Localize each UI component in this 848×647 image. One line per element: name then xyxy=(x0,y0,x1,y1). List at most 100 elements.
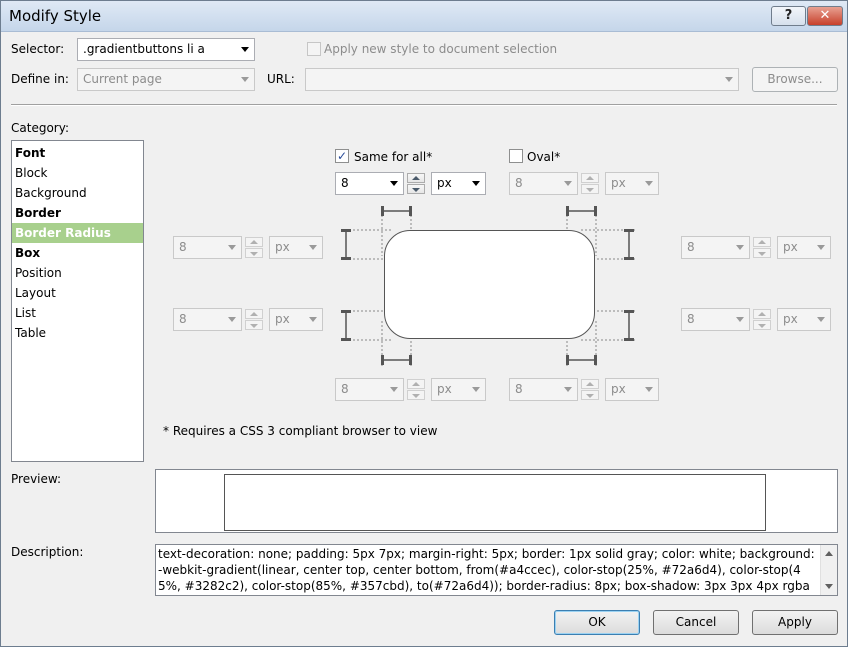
radius-top-left-v-combo[interactable]: 8 xyxy=(173,236,242,259)
ok-button[interactable]: OK xyxy=(554,610,640,635)
radius-bottom-left-h-combo[interactable]: 8 xyxy=(335,378,404,401)
radius-top-left-v-unit[interactable]: px xyxy=(269,236,323,259)
css3-note: * Requires a CSS 3 compliant browser to … xyxy=(163,424,438,438)
spin-up-icon[interactable] xyxy=(581,173,599,183)
chevron-down-icon xyxy=(817,317,825,322)
chevron-down-icon xyxy=(645,181,653,186)
radius-bottom-left-v-unit[interactable]: px xyxy=(269,308,323,331)
radius-unit: px xyxy=(611,382,626,396)
separator xyxy=(11,104,837,106)
category-item-font[interactable]: Font xyxy=(12,143,143,163)
description-text: text-decoration: none; padding: 5px 7px;… xyxy=(158,547,815,593)
selector-label: Selector: xyxy=(11,42,65,56)
radius-top-right-v-unit[interactable]: px xyxy=(777,236,831,259)
radius-unit: px xyxy=(783,312,798,326)
category-label: Category: xyxy=(11,121,69,135)
radius-bottom-right-v-combo[interactable]: 8 xyxy=(681,308,750,331)
radius-unit: px xyxy=(437,382,452,396)
spin-down-icon[interactable] xyxy=(753,320,771,330)
radius-top-left-v-spinner[interactable] xyxy=(245,237,263,258)
category-item-border[interactable]: Border xyxy=(12,203,143,223)
spin-up-icon[interactable] xyxy=(753,237,771,247)
spin-down-icon[interactable] xyxy=(407,390,425,400)
define-in-combo[interactable]: Current page xyxy=(77,68,255,91)
chevron-down-icon xyxy=(564,387,572,392)
url-combo[interactable] xyxy=(305,68,739,91)
preview-sample xyxy=(224,474,766,531)
radius-value: 8 xyxy=(515,176,523,190)
spin-up-icon[interactable] xyxy=(407,173,425,183)
border-radius-preview-shape xyxy=(384,230,595,339)
url-label: URL: xyxy=(267,72,295,86)
browse-button[interactable]: Browse... xyxy=(752,67,838,92)
spin-up-icon[interactable] xyxy=(581,379,599,389)
radius-bottom-right-v-spinner[interactable] xyxy=(753,309,771,330)
scroll-down-icon[interactable] xyxy=(825,584,833,589)
description-box[interactable]: text-decoration: none; padding: 5px 7px;… xyxy=(155,544,838,596)
radius-top-right-h-unit[interactable]: px xyxy=(605,172,659,195)
radius-unit: px xyxy=(611,176,626,190)
selector-combo[interactable]: .gradientbuttons li a xyxy=(77,38,255,61)
spin-down-icon[interactable] xyxy=(753,248,771,258)
radius-all-unit: px xyxy=(437,176,452,190)
radius-bottom-right-h-spinner[interactable] xyxy=(581,379,599,400)
radius-top-right-v-combo[interactable]: 8 xyxy=(681,236,750,259)
radius-bottom-right-h-combo[interactable]: 8 xyxy=(509,378,578,401)
define-in-label: Define in: xyxy=(11,72,69,86)
selector-value: .gradientbuttons li a xyxy=(83,42,205,56)
category-item-box[interactable]: Box xyxy=(12,243,143,263)
chevron-down-icon xyxy=(390,181,398,186)
radius-all-unit-combo[interactable]: px xyxy=(431,172,486,195)
radius-value: 8 xyxy=(687,240,695,254)
category-item-border-radius[interactable]: Border Radius xyxy=(12,223,143,243)
radius-bottom-left-v-spinner[interactable] xyxy=(245,309,263,330)
spin-up-icon[interactable] xyxy=(407,379,425,389)
spin-down-icon[interactable] xyxy=(245,320,263,330)
radius-bottom-left-v-combo[interactable]: 8 xyxy=(173,308,242,331)
spin-down-icon[interactable] xyxy=(581,390,599,400)
help-button[interactable]: ? xyxy=(771,6,806,26)
radius-bottom-right-v-unit[interactable]: px xyxy=(777,308,831,331)
radius-bottom-right-h-unit[interactable]: px xyxy=(605,378,659,401)
chevron-down-icon xyxy=(309,245,317,250)
spin-up-icon[interactable] xyxy=(245,309,263,319)
chevron-down-icon xyxy=(736,317,744,322)
define-in-value: Current page xyxy=(83,72,162,86)
description-scrollbar[interactable] xyxy=(820,545,837,595)
spin-up-icon[interactable] xyxy=(753,309,771,319)
spin-down-icon[interactable] xyxy=(407,184,425,194)
radius-value: 8 xyxy=(515,382,523,396)
category-item-block[interactable]: Block xyxy=(12,163,143,183)
close-button[interactable]: ✕ xyxy=(807,6,843,26)
same-for-all-checkbox[interactable]: ✓ xyxy=(335,149,349,163)
chevron-down-icon xyxy=(817,245,825,250)
category-list[interactable]: Font Block Background Border Border Radi… xyxy=(11,140,144,462)
radius-all-value-combo[interactable]: 8 xyxy=(335,172,404,195)
radius-bottom-left-h-unit[interactable]: px xyxy=(431,378,486,401)
radius-unit: px xyxy=(275,312,290,326)
scroll-up-icon[interactable] xyxy=(825,551,833,556)
category-item-layout[interactable]: Layout xyxy=(12,283,143,303)
spin-down-icon[interactable] xyxy=(245,248,263,258)
cancel-button[interactable]: Cancel xyxy=(653,610,739,635)
category-item-position[interactable]: Position xyxy=(12,263,143,283)
category-item-table[interactable]: Table xyxy=(12,323,143,343)
window-title: Modify Style xyxy=(9,7,102,25)
chevron-down-icon xyxy=(564,181,572,186)
chevron-down-icon xyxy=(309,317,317,322)
spin-down-icon[interactable] xyxy=(581,184,599,194)
radius-top-right-v-spinner[interactable] xyxy=(753,237,771,258)
spin-up-icon[interactable] xyxy=(245,237,263,247)
apply-button[interactable]: Apply xyxy=(752,610,838,635)
preview-label: Preview: xyxy=(11,472,62,486)
apply-new-style-checkbox[interactable] xyxy=(307,42,321,56)
radius-bottom-left-h-spinner[interactable] xyxy=(407,379,425,400)
radius-top-right-h-combo[interactable]: 8 xyxy=(509,172,578,195)
oval-checkbox[interactable] xyxy=(509,149,523,163)
radius-top-right-h-spinner[interactable] xyxy=(581,173,599,194)
radius-value: 8 xyxy=(179,312,187,326)
radius-all-value: 8 xyxy=(341,176,349,190)
category-item-list[interactable]: List xyxy=(12,303,143,323)
category-item-background[interactable]: Background xyxy=(12,183,143,203)
radius-all-spinner[interactable] xyxy=(407,173,425,194)
